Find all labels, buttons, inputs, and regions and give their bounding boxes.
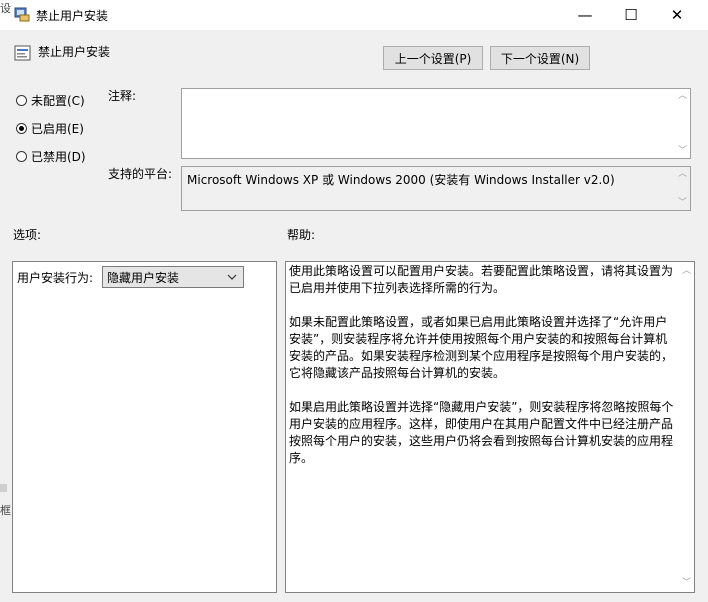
- previous-setting-button[interactable]: 上一个设置(P): [383, 46, 483, 70]
- help-paragraph: 使用此策略设置可以配置用户安装。若要配置此策略设置，请将其设置为已启用并使用下拉…: [289, 264, 674, 295]
- radio-enabled[interactable]: 已启用(E): [16, 120, 84, 137]
- radio-circle[interactable]: [16, 95, 27, 106]
- chevron-down-icon: [227, 274, 237, 280]
- close-icon: ✕: [670, 6, 684, 24]
- window-title: 禁止用户安装: [36, 9, 109, 23]
- radio-selected-dot: [19, 126, 24, 131]
- scroll-down-icon[interactable]: ﹀: [678, 144, 687, 158]
- user-install-behavior-label: 用户安装行为:: [17, 271, 94, 285]
- supported-platforms-box: Microsoft Windows XP 或 Windows 2000 (安装有…: [181, 166, 691, 211]
- user-install-behavior-dropdown[interactable]: 隐藏用户安装: [102, 266, 244, 288]
- comment-value: [182, 89, 690, 97]
- scroll-down-icon[interactable]: ﹀: [678, 196, 687, 210]
- options-panel: [12, 261, 277, 593]
- radio-label: 已禁用(D): [31, 150, 86, 164]
- scroll-down-icon[interactable]: ﹀: [682, 576, 691, 590]
- help-paragraph: 如果未配置此策略设置，或者如果已启用此策略设置并选择了“允许用户安装”，则安装程…: [289, 315, 674, 380]
- comment-scrollbar[interactable]: ︿ ﹀: [675, 89, 690, 158]
- radio-not-configured[interactable]: 未配置(C): [16, 92, 85, 109]
- supported-platforms-label: 支持的平台:: [108, 167, 173, 181]
- minimize-button[interactable]: —: [562, 0, 608, 30]
- dropdown-selected-value: 隐藏用户安装: [107, 270, 180, 285]
- help-paragraph: 如果启用此策略设置并选择“隐藏用户安装”，则安装程序将忽略按照每个用户安装的应用…: [289, 400, 674, 465]
- help-scrollbar[interactable]: ︿ ﹀: [679, 264, 694, 590]
- supported-platforms-value: Microsoft Windows XP 或 Windows 2000 (安装有…: [187, 173, 615, 187]
- scroll-up-icon[interactable]: ︿: [682, 264, 691, 278]
- maximize-button[interactable]: ☐: [608, 0, 654, 30]
- next-setting-button[interactable]: 下一个设置(N): [490, 46, 590, 70]
- help-section-label: 帮助:: [287, 228, 316, 242]
- scroll-up-icon[interactable]: ︿: [678, 167, 687, 181]
- policy-name: 禁止用户安装: [38, 45, 111, 59]
- radio-label: 未配置(C): [31, 94, 85, 108]
- minimize-icon: —: [577, 6, 593, 24]
- comment-textbox[interactable]: ︿ ﹀: [181, 88, 691, 159]
- help-text: 使用此策略设置可以配置用户安装。若要配置此策略设置，请将其设置为已启用并使用下拉…: [289, 263, 677, 484]
- radio-disabled[interactable]: 已禁用(D): [16, 148, 86, 165]
- close-button[interactable]: ✕: [654, 0, 700, 30]
- scroll-up-icon[interactable]: ︿: [678, 89, 687, 103]
- background-window-text: 设: [0, 2, 11, 15]
- maximize-icon: ☐: [624, 6, 638, 24]
- radio-circle[interactable]: [16, 151, 27, 162]
- comment-label: 注释:: [108, 89, 137, 103]
- background-window-text: 框: [0, 504, 11, 517]
- radio-circle-selected[interactable]: [16, 123, 27, 134]
- background-window-edge: [0, 484, 7, 492]
- policy-setting-icon: [14, 45, 31, 61]
- group-policy-icon: [14, 7, 30, 22]
- supported-scrollbar[interactable]: ︿ ﹀: [675, 167, 690, 210]
- options-section-label: 选项:: [13, 228, 42, 242]
- radio-label: 已启用(E): [31, 122, 84, 136]
